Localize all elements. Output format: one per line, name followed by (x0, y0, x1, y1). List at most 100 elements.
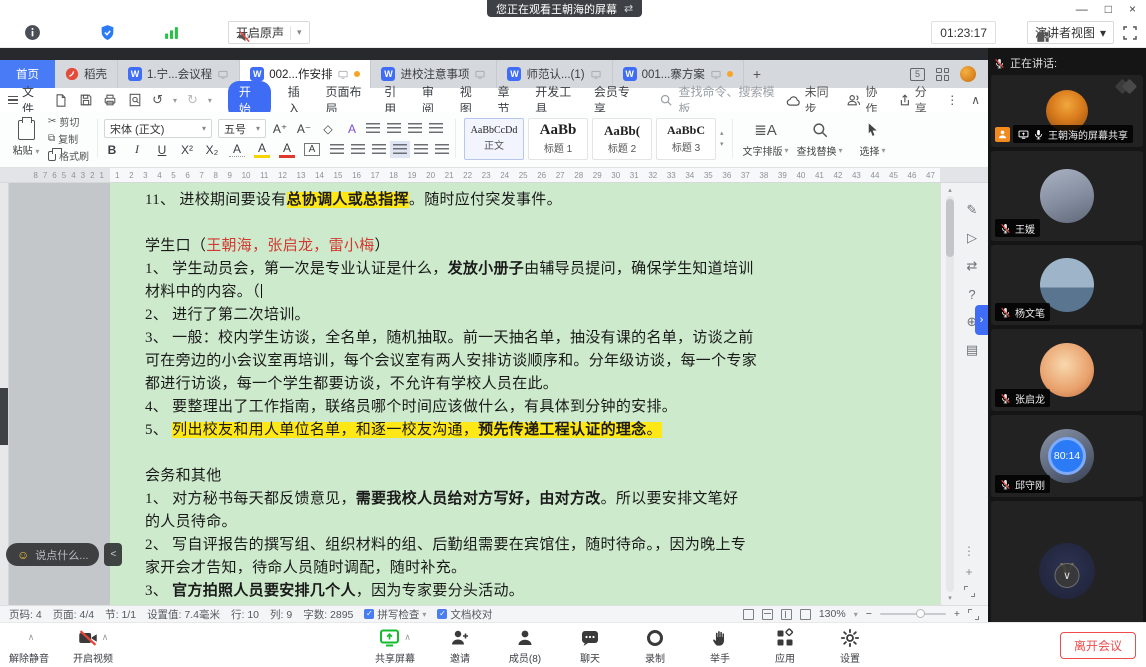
fit-page-icon[interactable] (964, 586, 975, 597)
zoom-level[interactable]: 130% (819, 608, 846, 620)
spell-check-toggle[interactable]: ✓ 拼写检查 ▾ (364, 607, 426, 622)
page-tool-icon[interactable]: ▤ (963, 341, 981, 359)
workspace-grid-icon[interactable] (936, 68, 949, 81)
invite-button[interactable]: 邀请 (437, 627, 483, 665)
more-menu-icon[interactable]: ⋮ (946, 93, 958, 107)
members-button[interactable]: 成员(8) (502, 627, 548, 665)
superscript-button[interactable]: X² (179, 143, 195, 157)
zoom-in-icon[interactable]: + (965, 565, 972, 579)
zoom-out-icon[interactable]: − (866, 608, 872, 620)
redo-icon[interactable]: ↻ (187, 92, 198, 108)
minimize-button[interactable]: — (1076, 3, 1088, 15)
participant-tile[interactable]: 杨文笔 (991, 245, 1143, 325)
window-manager-icon[interactable]: 5 (910, 68, 925, 81)
align-center-icon[interactable] (351, 144, 365, 155)
style-标题 1[interactable]: AaBb标题 1 (528, 118, 588, 160)
account-avatar[interactable] (960, 66, 976, 82)
original-sound-button[interactable]: 开启原声 ▾ (228, 21, 310, 44)
participant-tile[interactable]: 王媛 (991, 151, 1143, 241)
cam-off-button[interactable]: ∧开启视频 (70, 627, 116, 665)
bold-button[interactable]: B (104, 143, 120, 157)
increase-font-size-button[interactable]: A⁺ (272, 122, 288, 136)
undo-icon[interactable]: ↺ (152, 92, 163, 108)
decrease-indent-icon[interactable] (408, 123, 422, 134)
font-name-select[interactable]: 宋体 (正文)▾ (104, 119, 212, 138)
undo-dropdown-icon[interactable]: ▾ (173, 96, 177, 105)
chevron-up-icon[interactable]: ∧ (102, 632, 109, 643)
more-dropdown-icon[interactable]: ▾ (208, 96, 212, 105)
more-tools-icon[interactable]: ⋮ (963, 544, 975, 558)
participant-tile[interactable]: V (991, 501, 1143, 622)
line-spacing-icon[interactable] (435, 144, 449, 155)
collapse-list-button[interactable]: ∨ (1055, 563, 1080, 588)
switch-screen-icon[interactable]: ⇄ (624, 2, 633, 15)
mic-off-button[interactable]: ∧解除静音 (6, 627, 52, 665)
scroll-up-icon[interactable]: ▴ (946, 186, 954, 194)
save-icon[interactable] (78, 92, 93, 108)
zoom-dropdown-icon[interactable]: ▾ (854, 610, 858, 619)
text-effects-button[interactable]: A (344, 122, 360, 136)
leave-meeting-button[interactable]: 离开会议 (1060, 632, 1136, 659)
font-size-select[interactable]: 五号▾ (218, 119, 266, 138)
wps-tab[interactable]: 稻壳 (55, 60, 118, 88)
zoom-in-icon[interactable]: + (954, 608, 960, 620)
fullscreen-icon[interactable] (1121, 24, 1138, 41)
chat-input-pill[interactable]: ☺ 说点什么... (6, 543, 99, 566)
web-mode-icon[interactable] (800, 609, 811, 620)
security-shield-icon[interactable] (99, 24, 116, 41)
compare-tool-icon[interactable]: ⇄ (963, 257, 981, 275)
character-border-button[interactable]: A (304, 143, 320, 156)
wps-tab[interactable]: W1.宁...会议程 (118, 60, 240, 88)
apps-button[interactable]: 应用 (762, 627, 808, 665)
numbered-list-icon[interactable] (387, 123, 401, 134)
meeting-info-icon[interactable] (24, 24, 41, 41)
scroll-down-icon[interactable]: ▾ (946, 594, 954, 602)
scroll-down-icon[interactable]: ▾ (720, 140, 724, 148)
settings-button[interactable]: 设置 (827, 627, 873, 665)
view-mode-button[interactable]: 演讲者视图 ▾ (1027, 21, 1114, 44)
align-right-icon[interactable] (372, 144, 386, 155)
highlight-color-button[interactable]: A (254, 141, 270, 158)
find-replace-button[interactable]: 查找替换▾ (797, 120, 843, 158)
chevron-down-icon[interactable]: ▾ (1100, 26, 1106, 40)
print-icon[interactable] (103, 92, 118, 108)
chat-button[interactable]: 聊天 (567, 627, 613, 665)
help-tool-icon[interactable]: ? (963, 285, 981, 303)
subscript-button[interactable]: X₂ (204, 143, 220, 157)
maximize-button[interactable]: □ (1105, 3, 1112, 15)
participant-tile[interactable]: 80:14邱守刚 (991, 415, 1143, 497)
font-color-button[interactable]: A (279, 141, 295, 158)
doc-proof-toggle[interactable]: ✓ 文档校对 (437, 607, 492, 622)
scroll-up-icon[interactable]: ▴ (720, 129, 724, 137)
read-mode-icon[interactable] (743, 609, 754, 620)
align-left-icon[interactable] (330, 144, 344, 155)
vertical-scrollbar-thumb[interactable] (946, 199, 954, 257)
style-标题 2[interactable]: AaBb(标题 2 (592, 118, 652, 160)
text-typeset-button[interactable]: ≣A 文字排版▾ (743, 120, 789, 158)
chevron-down-icon[interactable]: ▾ (297, 27, 302, 38)
copy-button[interactable]: ⧉ 复制 (48, 131, 89, 146)
record-button[interactable]: 录制 (632, 627, 678, 665)
phonetic-guide-button[interactable]: A (229, 142, 245, 157)
distribute-icon[interactable] (414, 144, 428, 155)
bullet-list-icon[interactable] (366, 123, 380, 134)
chevron-up-icon[interactable]: ∧ (404, 632, 411, 643)
outline-mode-icon[interactable] (781, 609, 792, 620)
fit-window-icon[interactable] (968, 609, 979, 620)
panel-expander-tab[interactable]: › (975, 305, 988, 335)
style-正文[interactable]: AaBbCcDd正文 (464, 118, 524, 160)
select-button[interactable]: 选择▾ (851, 120, 895, 158)
styles-scroll[interactable]: ▴ ▾ (720, 129, 724, 148)
underline-button[interactable]: U (154, 143, 170, 157)
chevron-up-icon[interactable]: ∧ (28, 632, 35, 643)
format-painter-button[interactable]: 格式刷 (48, 148, 89, 163)
emoji-icon[interactable]: ☺ (17, 548, 29, 562)
zoom-slider[interactable] (880, 613, 946, 615)
hand-button[interactable]: 举手 (697, 627, 743, 665)
zoom-slider-knob[interactable] (916, 609, 925, 618)
print-preview-icon[interactable] (127, 92, 142, 108)
clear-formatting-button[interactable]: ◇ (320, 122, 336, 136)
italic-button[interactable]: I (129, 142, 145, 157)
increase-indent-icon[interactable] (429, 123, 443, 134)
document-page[interactable]: 11、 进校期间要设有总协调人或总指挥。随时应付突发事件。学生口（王朝海，张启龙… (110, 183, 940, 605)
